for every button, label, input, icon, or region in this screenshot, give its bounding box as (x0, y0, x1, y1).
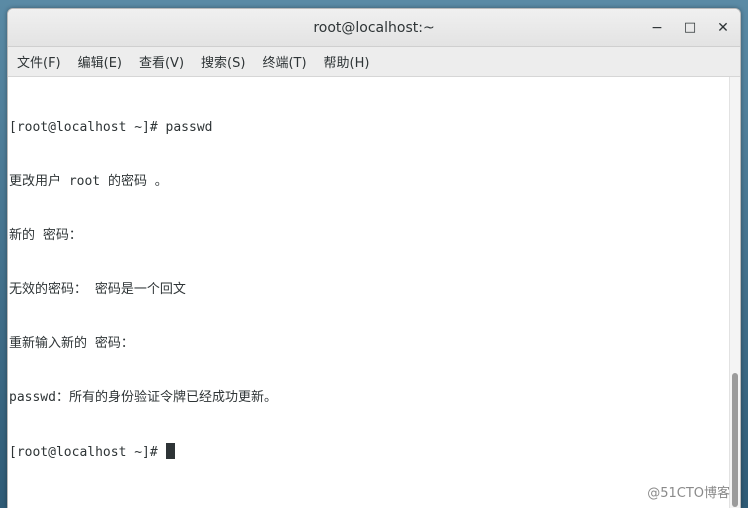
maximize-button[interactable]: □ (679, 17, 701, 39)
terminal-line: 新的 密码： (9, 228, 82, 243)
watermark: @51CTO博客 (647, 486, 730, 501)
text-cursor (165, 443, 175, 459)
menu-view[interactable]: 查看(V) (136, 49, 192, 74)
menu-edit[interactable]: 编辑(E) (75, 49, 130, 74)
menu-help[interactable]: 帮助(H) (321, 49, 378, 74)
terminal-line: [root@localhost ~]# passwd (9, 120, 213, 135)
terminal-line: 重新输入新的 密码： (9, 336, 134, 351)
terminal-line: passwd：所有的身份验证令牌已经成功更新。 (9, 390, 277, 405)
close-button[interactable]: ✕ (712, 17, 734, 39)
window-title: root@localhost:~ (313, 20, 435, 36)
title-bar[interactable]: root@localhost:~ − □ ✕ (8, 9, 740, 47)
terminal-line: 更改用户 root 的密码 。 (9, 174, 168, 189)
menu-file[interactable]: 文件(F) (14, 49, 69, 74)
menu-search[interactable]: 搜索(S) (198, 49, 253, 74)
minimize-button[interactable]: − (646, 17, 668, 39)
terminal-line: 无效的密码： 密码是一个回文 (9, 282, 186, 297)
scrollbar-thumb[interactable] (732, 373, 738, 507)
menu-terminal[interactable]: 终端(T) (259, 49, 314, 74)
menu-bar: 文件(F) 编辑(E) 查看(V) 搜索(S) 终端(T) 帮助(H) (8, 47, 740, 77)
terminal-output: [root@localhost ~]# passwd 更改用户 root 的密码… (9, 83, 728, 497)
scrollbar-track[interactable] (729, 77, 740, 508)
prompt-line: [root@localhost ~]# (9, 443, 728, 461)
shell-prompt: [root@localhost ~]# (9, 445, 166, 460)
terminal-area[interactable]: [root@localhost ~]# passwd 更改用户 root 的密码… (8, 77, 740, 508)
terminal-window: root@localhost:~ − □ ✕ 文件(F) 编辑(E) 查看(V)… (7, 8, 741, 508)
